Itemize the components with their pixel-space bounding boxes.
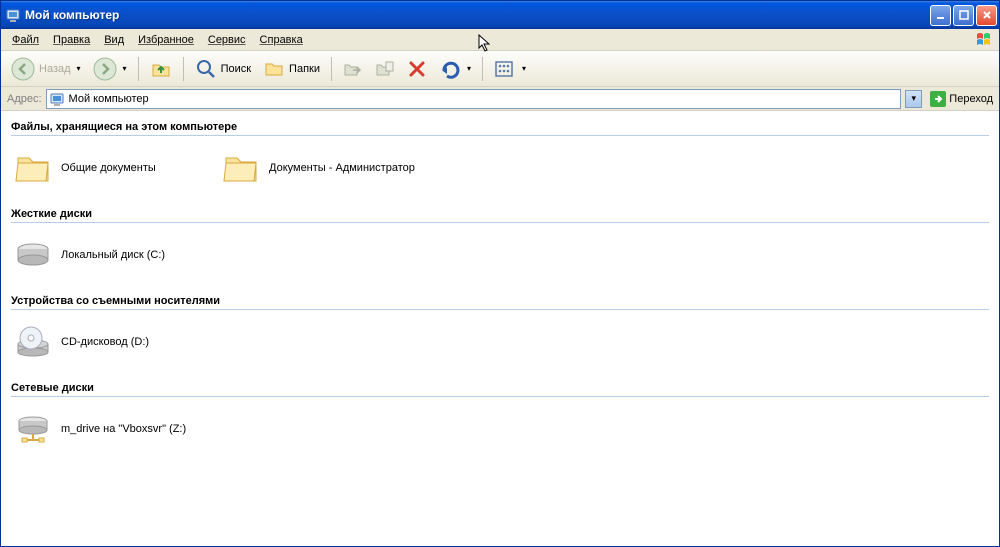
toolbar-separator (138, 57, 139, 81)
folders-icon (263, 58, 285, 80)
folder-icon (221, 148, 261, 188)
chevron-down-icon: ▾ (75, 64, 81, 73)
delete-button[interactable] (403, 57, 431, 81)
windows-flag-icon (975, 31, 995, 49)
menu-file[interactable]: Файл (5, 32, 46, 48)
menubar: Файл Правка Вид Избранное Сервис Справка (1, 29, 999, 51)
toolbar-separator (482, 57, 483, 81)
go-arrow-icon (930, 91, 946, 107)
menu-help[interactable]: Справка (253, 32, 310, 48)
item-network-drive-z[interactable]: m_drive на "Vboxsvr" (Z:) (11, 407, 211, 451)
toolbar-separator (331, 57, 332, 81)
forward-icon (93, 57, 117, 81)
back-label: Назад (39, 63, 71, 75)
move-to-icon (343, 59, 363, 79)
folder-icon (13, 148, 53, 188)
up-button[interactable] (146, 56, 176, 82)
search-button[interactable]: Поиск (191, 56, 255, 82)
folders-button[interactable]: Папки (259, 56, 324, 82)
item-label: CD-дисковод (D:) (61, 336, 149, 348)
menu-view[interactable]: Вид (97, 32, 131, 48)
chevron-down-icon: ▾ (912, 93, 917, 104)
item-label: Документы - Администратор (269, 162, 415, 174)
hard-disk-icon (13, 235, 53, 275)
copy-to-button[interactable] (371, 57, 399, 81)
go-button[interactable]: Переход (926, 89, 997, 109)
item-shared-documents[interactable]: Общие документы (11, 146, 211, 190)
group-header-removable: Устройства со съемными носителями (11, 291, 989, 310)
go-label: Переход (949, 93, 993, 105)
item-local-disk-c[interactable]: Локальный диск (C:) (11, 233, 211, 277)
group-header-files: Файлы, хранящиеся на этом компьютере (11, 117, 989, 136)
chevron-down-icon: ▾ (520, 64, 526, 73)
explorer-window: Мой компьютер Файл Правка Вид Избранное … (0, 0, 1000, 547)
toolbar-separator (183, 57, 184, 81)
folder-up-icon (150, 58, 172, 80)
address-label: Адрес: (7, 93, 42, 105)
search-label: Поиск (221, 63, 251, 75)
menu-favorites[interactable]: Избранное (131, 32, 201, 48)
chevron-down-icon: ▾ (465, 64, 471, 73)
chevron-down-icon: ▾ (121, 64, 127, 73)
window-title: Мой компьютер (25, 8, 930, 22)
undo-icon (439, 59, 461, 79)
my-computer-icon (5, 7, 21, 23)
group-header-network: Сетевые диски (11, 378, 989, 397)
folders-label: Папки (289, 63, 320, 75)
cd-drive-icon (13, 322, 53, 362)
item-label: Локальный диск (C:) (61, 249, 165, 261)
back-icon (11, 57, 35, 81)
minimize-button[interactable] (930, 5, 951, 26)
item-cd-drive-d[interactable]: CD-дисковод (D:) (11, 320, 211, 364)
titlebar[interactable]: Мой компьютер (1, 1, 999, 29)
item-admin-documents[interactable]: Документы - Администратор (219, 146, 419, 190)
maximize-button[interactable] (953, 5, 974, 26)
views-icon (494, 59, 516, 79)
my-computer-icon (49, 91, 65, 107)
toolbar: Назад ▾ ▾ Поиск Папки (1, 51, 999, 87)
group-header-hdd: Жесткие диски (11, 204, 989, 223)
forward-button[interactable]: ▾ (89, 55, 131, 83)
search-icon (195, 58, 217, 80)
addressbar: Адрес: Мой компьютер ▾ Переход (1, 87, 999, 111)
address-value: Мой компьютер (69, 93, 149, 105)
menu-edit[interactable]: Правка (46, 32, 97, 48)
move-to-button[interactable] (339, 57, 367, 81)
network-drive-icon (13, 409, 53, 449)
content-area: Файлы, хранящиеся на этом компьютере Общ… (1, 111, 999, 546)
undo-button[interactable]: ▾ (435, 57, 475, 81)
views-button[interactable]: ▾ (490, 57, 530, 81)
delete-icon (407, 59, 427, 79)
copy-to-icon (375, 59, 395, 79)
back-button[interactable]: Назад ▾ (7, 55, 85, 83)
address-input[interactable]: Мой компьютер (46, 89, 902, 109)
close-button[interactable] (976, 5, 997, 26)
address-dropdown-button[interactable]: ▾ (905, 90, 922, 108)
item-label: Общие документы (61, 162, 156, 174)
menu-tools[interactable]: Сервис (201, 32, 253, 48)
item-label: m_drive на "Vboxsvr" (Z:) (61, 423, 186, 435)
